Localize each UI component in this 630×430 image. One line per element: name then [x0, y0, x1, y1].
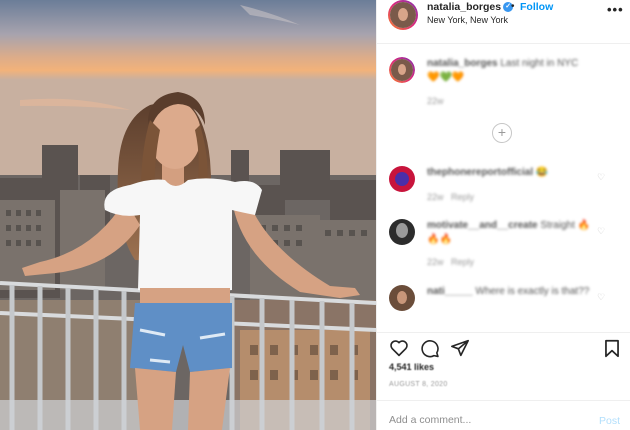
comment-avatar[interactable]	[389, 285, 415, 311]
follow-button[interactable]: Follow	[520, 1, 553, 13]
comment-text: nati_____ Where is exactly is that??	[427, 286, 590, 297]
comments-list[interactable]: natalia_borges Last night in NYC 🧡💚🧡 22w…	[377, 44, 630, 332]
comment-meta: 22w Reply	[427, 192, 475, 202]
post-actions-bar	[377, 332, 630, 358]
separator-dot: •	[511, 1, 515, 12]
post-photo[interactable]	[0, 0, 376, 430]
comment-like-heart-icon[interactable]: ♡	[597, 226, 605, 237]
share-icon[interactable]	[450, 339, 470, 357]
comment-avatar[interactable]	[389, 219, 415, 245]
add-comment-bar: Post	[377, 400, 630, 430]
load-more-comments-icon[interactable]: +	[492, 123, 512, 143]
comment-like-heart-icon[interactable]: ♡	[597, 292, 605, 303]
comment-text: thephonereportofficial 😂	[427, 167, 549, 178]
author-username[interactable]: natalia_borges ✓	[427, 1, 514, 13]
comment-meta: 22w Reply	[427, 257, 475, 267]
post-header: natalia_borges ✓ • Follow New York, New Y…	[377, 0, 630, 44]
more-options-icon[interactable]: •••	[607, 2, 624, 17]
caption-time: 22w	[427, 96, 444, 106]
caption-text: natalia_borges Last night in NYC 🧡💚🧡	[427, 58, 579, 83]
post-comment-button[interactable]: Post	[599, 415, 620, 427]
comment-avatar[interactable]	[389, 166, 415, 192]
post-location[interactable]: New York, New York	[427, 15, 508, 25]
rooftop-sunset-photo	[0, 0, 376, 430]
author-avatar[interactable]	[388, 0, 418, 30]
caption-avatar[interactable]	[389, 57, 415, 83]
bookmark-icon[interactable]	[603, 339, 621, 358]
add-comment-input[interactable]	[389, 414, 579, 426]
heart-icon[interactable]	[389, 339, 409, 357]
post-details-pane: natalia_borges ✓ • Follow New York, New Y…	[376, 0, 630, 430]
likes-count[interactable]: 4,541 likes	[389, 362, 434, 372]
comment-like-heart-icon[interactable]: ♡	[597, 172, 605, 183]
comment-text: motivate__and__create Straight 🔥🔥🔥	[427, 220, 591, 245]
post-date: AUGUST 8, 2020	[389, 381, 448, 388]
comment-icon[interactable]	[420, 339, 440, 358]
